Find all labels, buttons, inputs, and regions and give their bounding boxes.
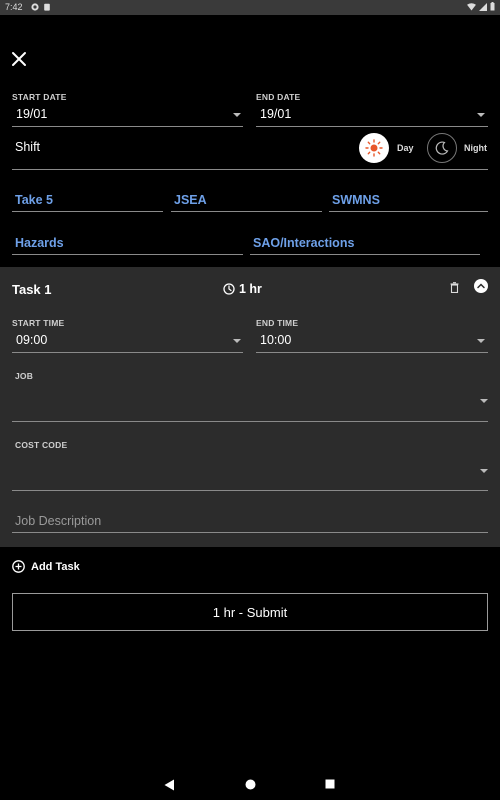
end-time-value[interactable]: 10:00 [260,333,291,347]
delete-icon[interactable] [450,282,459,293]
status-bar: 7:42 [0,0,500,15]
home-icon[interactable] [245,779,256,790]
start-time-dropdown-icon[interactable] [233,339,241,343]
end-time-dropdown-icon[interactable] [477,339,485,343]
signal-icon [479,2,487,11]
start-time-value[interactable]: 09:00 [16,333,47,347]
back-icon[interactable] [164,779,175,791]
sao-interactions-link[interactable]: SAO/Interactions [253,236,354,250]
wifi-icon [467,2,476,11]
clock-icon [223,283,235,295]
night-toggle-button[interactable] [427,133,457,163]
job-label: JOB [15,371,34,381]
jsea-link[interactable]: JSEA [174,193,207,207]
status-time: 7:42 [5,2,23,12]
start-time-label: START TIME [12,318,65,328]
cost-code-label: COST CODE [15,440,68,450]
start-time-underline [12,352,243,353]
task-duration: 1 hr [239,282,262,296]
start-date-underline [12,126,243,127]
submit-button[interactable]: 1 hr - Submit [12,593,488,631]
swmns-underline [329,211,488,212]
swmns-link[interactable]: SWMNS [332,193,380,207]
task-card [0,267,500,547]
navigation-bar [0,770,500,800]
start-date-value[interactable]: 19/01 [16,107,47,121]
day-toggle-button[interactable] [359,133,389,163]
close-icon[interactable] [10,50,28,68]
hazards-underline [12,254,243,255]
night-label[interactable]: Night [464,143,487,153]
jsea-underline [171,211,322,212]
end-date-label: END DATE [256,92,301,102]
take5-underline [12,211,163,212]
start-date-label: START DATE [12,92,67,102]
add-task-button[interactable]: Add Task [31,561,80,573]
shift-underline [12,169,488,170]
battery-icon [490,2,495,11]
end-time-underline [256,352,488,353]
take5-link[interactable]: Take 5 [15,193,53,207]
hazards-link[interactable]: Hazards [15,236,64,250]
cost-code-underline [12,490,488,491]
shift-label: Shift [15,140,41,154]
job-description-input[interactable]: Job Description [15,514,101,528]
storage-notification-icon [44,3,50,11]
recents-icon[interactable] [325,779,335,789]
add-task-icon[interactable] [12,560,25,573]
end-date-dropdown-icon[interactable] [477,113,485,117]
app-notification-icon [31,3,39,11]
sun-icon [365,139,383,157]
end-date-underline [256,126,488,127]
sao-interactions-underline [250,254,480,255]
job-dropdown-icon[interactable] [480,399,488,403]
job-underline [12,421,488,422]
collapse-icon[interactable] [474,279,488,293]
cost-code-dropdown-icon[interactable] [480,469,488,473]
start-date-dropdown-icon[interactable] [233,113,241,117]
moon-icon [435,141,449,155]
day-label[interactable]: Day [397,143,414,153]
end-date-value[interactable]: 19/01 [260,107,291,121]
end-time-label: END TIME [256,318,299,328]
job-description-underline [12,532,488,533]
task-title: Task 1 [12,282,52,297]
